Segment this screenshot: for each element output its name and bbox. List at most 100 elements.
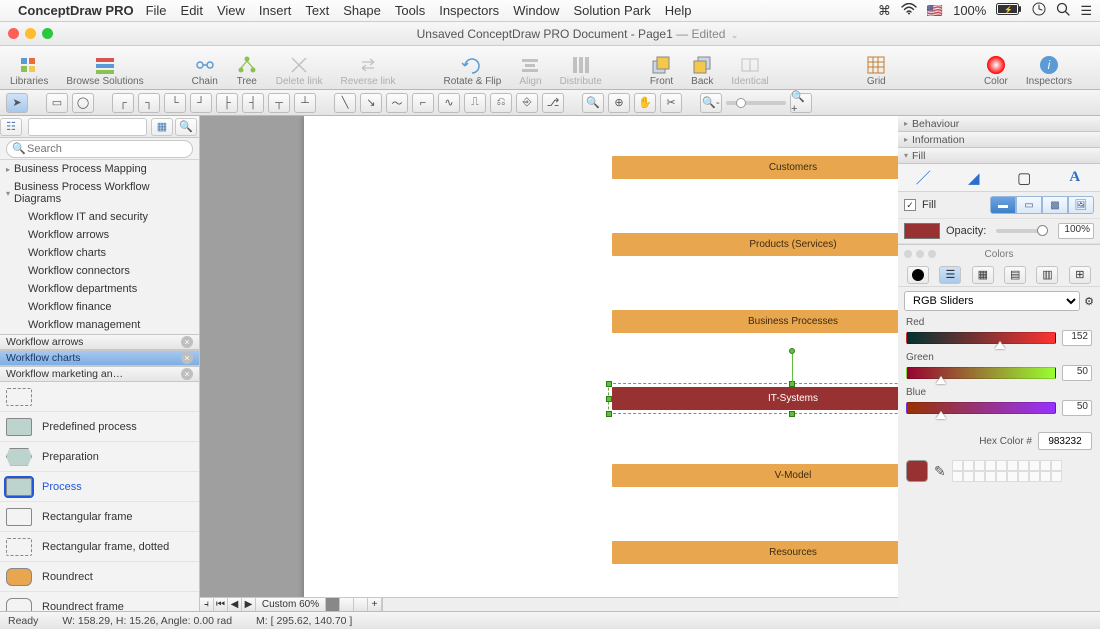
back-button[interactable]: Back [691,54,713,87]
current-color-swatch[interactable] [904,223,940,239]
resize-handle[interactable] [606,411,612,417]
wheel-mode-icon[interactable] [907,266,929,284]
menu-extras-icon[interactable]: ☰ [1080,3,1092,19]
zoom-button[interactable] [42,28,53,39]
clock-icon[interactable] [1032,2,1046,19]
tab-fill-icon[interactable]: ◢ [963,167,985,189]
sol-sub-5[interactable]: Workflow departments [0,280,199,298]
menu-inspectors[interactable]: Inspectors [439,3,499,18]
inspectors-button[interactable]: iInspectors [1026,54,1072,87]
menu-tools[interactable]: Tools [395,3,425,18]
close-button[interactable] [8,28,19,39]
connector-3[interactable]: └ [164,93,186,113]
green-value[interactable]: 50 [1062,365,1092,381]
zoom-in-button[interactable]: 🔍+ [790,93,812,113]
hand-tool[interactable]: ✋ [634,93,656,113]
band-products[interactable]: Products (Services) [612,233,898,256]
hex-input[interactable] [1038,432,1092,450]
shape-predefined-process[interactable]: Predefined process [0,412,199,442]
page-tab[interactable] [326,598,340,611]
sol-sub-6[interactable]: Workflow finance [0,298,199,316]
page-tab[interactable] [340,598,354,611]
ellipse-tool[interactable]: ◯ [72,93,94,113]
fill-checkbox[interactable]: ✓ [904,199,916,211]
front-button[interactable]: Front [650,54,673,87]
connector-8[interactable]: ┴ [294,93,316,113]
sol-sub-7[interactable]: Workflow management [0,316,199,334]
resize-handle[interactable] [789,411,795,417]
close-lib-icon[interactable]: × [181,368,193,380]
connector-6[interactable]: ┤ [242,93,264,113]
libraries-button[interactable]: Libraries [10,54,48,87]
shape-preparation[interactable]: Preparation [0,442,199,472]
color-button[interactable]: Color [984,54,1008,87]
opacity-slider[interactable] [996,229,1048,233]
line-tool[interactable]: ╲ [334,93,356,113]
drawing-page[interactable]: Customers Products (Services) Business P… [304,116,898,611]
tab-line-icon[interactable]: ／ [912,167,934,189]
scroll-handle-icon[interactable]: ⫞ [200,598,214,611]
siri-icon[interactable]: ⌘ [878,3,891,19]
connector-7[interactable]: ┬ [268,93,290,113]
opacity-value[interactable]: 100% [1058,223,1094,239]
route-2[interactable]: ⎌ [490,93,512,113]
green-slider[interactable] [906,367,1056,379]
close-lib-icon[interactable]: × [181,336,193,348]
lib-workflow-arrows[interactable]: Workflow arrows× [0,334,199,350]
zoom-tool[interactable]: ⊕ [608,93,630,113]
route-1[interactable]: ⎍ [464,93,486,113]
zoom-in-icon[interactable]: 🔍 [582,93,604,113]
band-resources[interactable]: Resources [612,541,898,564]
menu-solution-park[interactable]: Solution Park [573,3,650,18]
resize-handle[interactable] [606,396,612,402]
browse-solutions-button[interactable]: Browse Solutions [66,54,143,87]
tab-text-icon[interactable]: A [1064,167,1086,189]
route-4[interactable]: ⎇ [542,93,564,113]
red-value[interactable]: 152 [1062,330,1092,346]
wifi-icon[interactable] [901,3,917,18]
band-customers[interactable]: Customers [612,156,898,179]
fill-gradient[interactable]: ▭ [1016,196,1042,214]
tab-shadow-icon[interactable]: ▢ [1013,167,1035,189]
page-prev-icon[interactable]: ◀ [228,598,242,611]
spline-tool[interactable]: ∿ [438,93,460,113]
crayons-mode-icon[interactable]: ▥ [1036,266,1058,284]
menu-help[interactable]: Help [665,3,692,18]
menu-file[interactable]: File [146,3,167,18]
panel-toggle-1[interactable]: ☷ [0,118,22,136]
fill-image[interactable]: 🖼 [1068,196,1094,214]
rect-tool[interactable]: ▭ [46,93,68,113]
page-next-icon[interactable]: ▶ [242,598,256,611]
menu-edit[interactable]: Edit [181,3,203,18]
connector-2[interactable]: ┐ [138,93,160,113]
connector-4[interactable]: ┘ [190,93,212,113]
menu-insert[interactable]: Insert [259,3,292,18]
shape-rect-frame[interactable]: Rectangular frame [0,502,199,532]
menu-view[interactable]: View [217,3,245,18]
crop-tool[interactable]: ✂ [660,93,682,113]
menu-text[interactable]: Text [305,3,329,18]
arrow-tool[interactable]: ↘ [360,93,382,113]
page-first-icon[interactable]: ⏮ [214,598,228,611]
connector-5[interactable]: ├ [216,93,238,113]
sol-sub-4[interactable]: Workflow connectors [0,262,199,280]
inspector-behaviour[interactable]: Behaviour [898,116,1100,132]
zoom-out-button[interactable]: 🔍- [700,93,722,113]
title-chevron-icon[interactable]: ⌄ [731,30,739,40]
sliders-mode-icon[interactable]: ☰ [939,266,961,284]
connector-1[interactable]: ┌ [112,93,134,113]
shape-roundrect[interactable]: Roundrect [0,562,199,592]
shape-rect-frame-dotted[interactable]: Rectangular frame, dotted [0,532,199,562]
menu-shape[interactable]: Shape [343,3,381,18]
band-v-model[interactable]: V-Model [612,464,898,487]
library-search-input[interactable] [6,140,193,158]
band-business-processes[interactable]: Business Processes [612,310,898,333]
inspector-information[interactable]: Information [898,132,1100,148]
sol-sub-1[interactable]: Workflow IT and security [0,208,199,226]
slider-type-select[interactable]: RGB Sliders [904,291,1080,311]
gear-icon[interactable]: ⚙ [1084,295,1094,308]
sol-sub-3[interactable]: Workflow charts [0,244,199,262]
spectrum-mode-icon[interactable]: ▤ [1004,266,1026,284]
minimize-button[interactable] [25,28,36,39]
result-color-swatch[interactable] [906,460,928,482]
